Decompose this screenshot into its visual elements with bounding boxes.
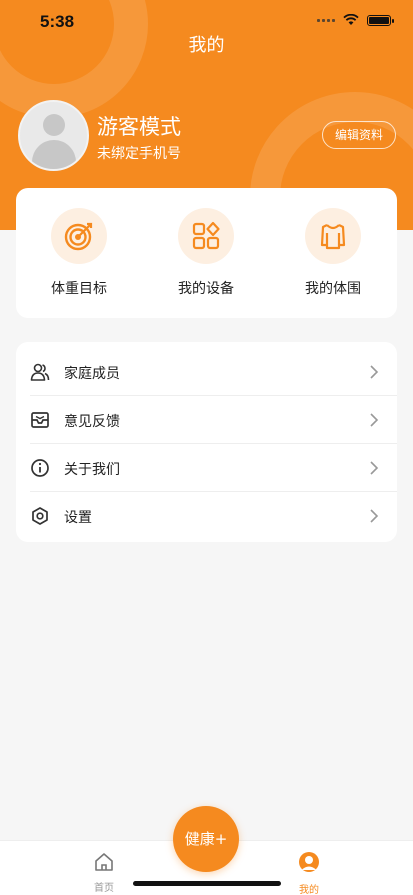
quick-actions-card: 体重目标 我的设备 我的体围 bbox=[16, 188, 397, 318]
body-measurements-button[interactable]: 我的体围 bbox=[273, 208, 393, 298]
menu-item-family[interactable]: 家庭成员 bbox=[16, 348, 397, 396]
family-icon bbox=[30, 363, 50, 381]
home-indicator bbox=[133, 881, 281, 886]
weight-goal-label: 体重目标 bbox=[51, 281, 107, 297]
menu-item-settings[interactable]: 设置 bbox=[16, 492, 397, 540]
menu-label: 意见反馈 bbox=[64, 414, 120, 430]
phone-binding-status[interactable]: 未绑定手机号 bbox=[97, 143, 181, 163]
body-shirt-icon bbox=[305, 208, 361, 264]
tab-home[interactable]: 首页 bbox=[74, 851, 134, 894]
profile-page: 5:38 我的 游客模式 未绑定手机号 编辑资料 体重目标 我的设备 我的体围 … bbox=[0, 0, 413, 895]
feedback-mail-icon bbox=[31, 412, 49, 428]
avatar-head bbox=[43, 114, 65, 136]
avatar-body bbox=[32, 140, 76, 169]
tab-mine-label: 我的 bbox=[299, 885, 319, 895]
weight-goal-button[interactable]: 体重目标 bbox=[19, 208, 139, 298]
my-devices-button[interactable]: 我的设备 bbox=[146, 208, 266, 298]
target-icon bbox=[51, 208, 107, 264]
menu-item-about[interactable]: 关于我们 bbox=[16, 444, 397, 492]
page-title: 我的 bbox=[188, 35, 225, 56]
signal-icon bbox=[317, 18, 335, 22]
menu-item-feedback[interactable]: 意见反馈 bbox=[16, 396, 397, 444]
avatar[interactable] bbox=[18, 100, 89, 171]
health-plus-button[interactable]: 健康+ bbox=[173, 806, 239, 872]
tab-mine[interactable]: 我的 bbox=[279, 851, 339, 895]
chevron-right-icon bbox=[370, 461, 379, 475]
chevron-right-icon bbox=[370, 365, 379, 379]
menu-label: 设置 bbox=[64, 510, 92, 526]
body-measurements-label: 我的体围 bbox=[305, 281, 361, 297]
edit-profile-button[interactable]: 编辑资料 bbox=[322, 121, 396, 149]
menu-label: 家庭成员 bbox=[64, 366, 120, 382]
user-name: 游客模式 bbox=[97, 115, 181, 139]
wifi-icon bbox=[343, 14, 359, 25]
my-devices-label: 我的设备 bbox=[178, 281, 234, 297]
chevron-right-icon bbox=[370, 509, 379, 523]
battery-icon bbox=[367, 14, 394, 26]
status-icons bbox=[317, 14, 394, 26]
tab-home-label: 首页 bbox=[94, 883, 114, 894]
settings-hex-icon bbox=[32, 507, 48, 525]
chevron-right-icon bbox=[370, 413, 379, 427]
menu-label: 关于我们 bbox=[64, 462, 120, 478]
devices-grid-icon bbox=[178, 208, 234, 264]
info-icon bbox=[31, 459, 49, 477]
settings-menu-card: 家庭成员 意见反馈 关于我们 设置 bbox=[16, 342, 397, 542]
status-time: 5:38 bbox=[40, 12, 75, 31]
profile-tab-icon bbox=[299, 852, 319, 872]
home-icon bbox=[95, 853, 113, 871]
